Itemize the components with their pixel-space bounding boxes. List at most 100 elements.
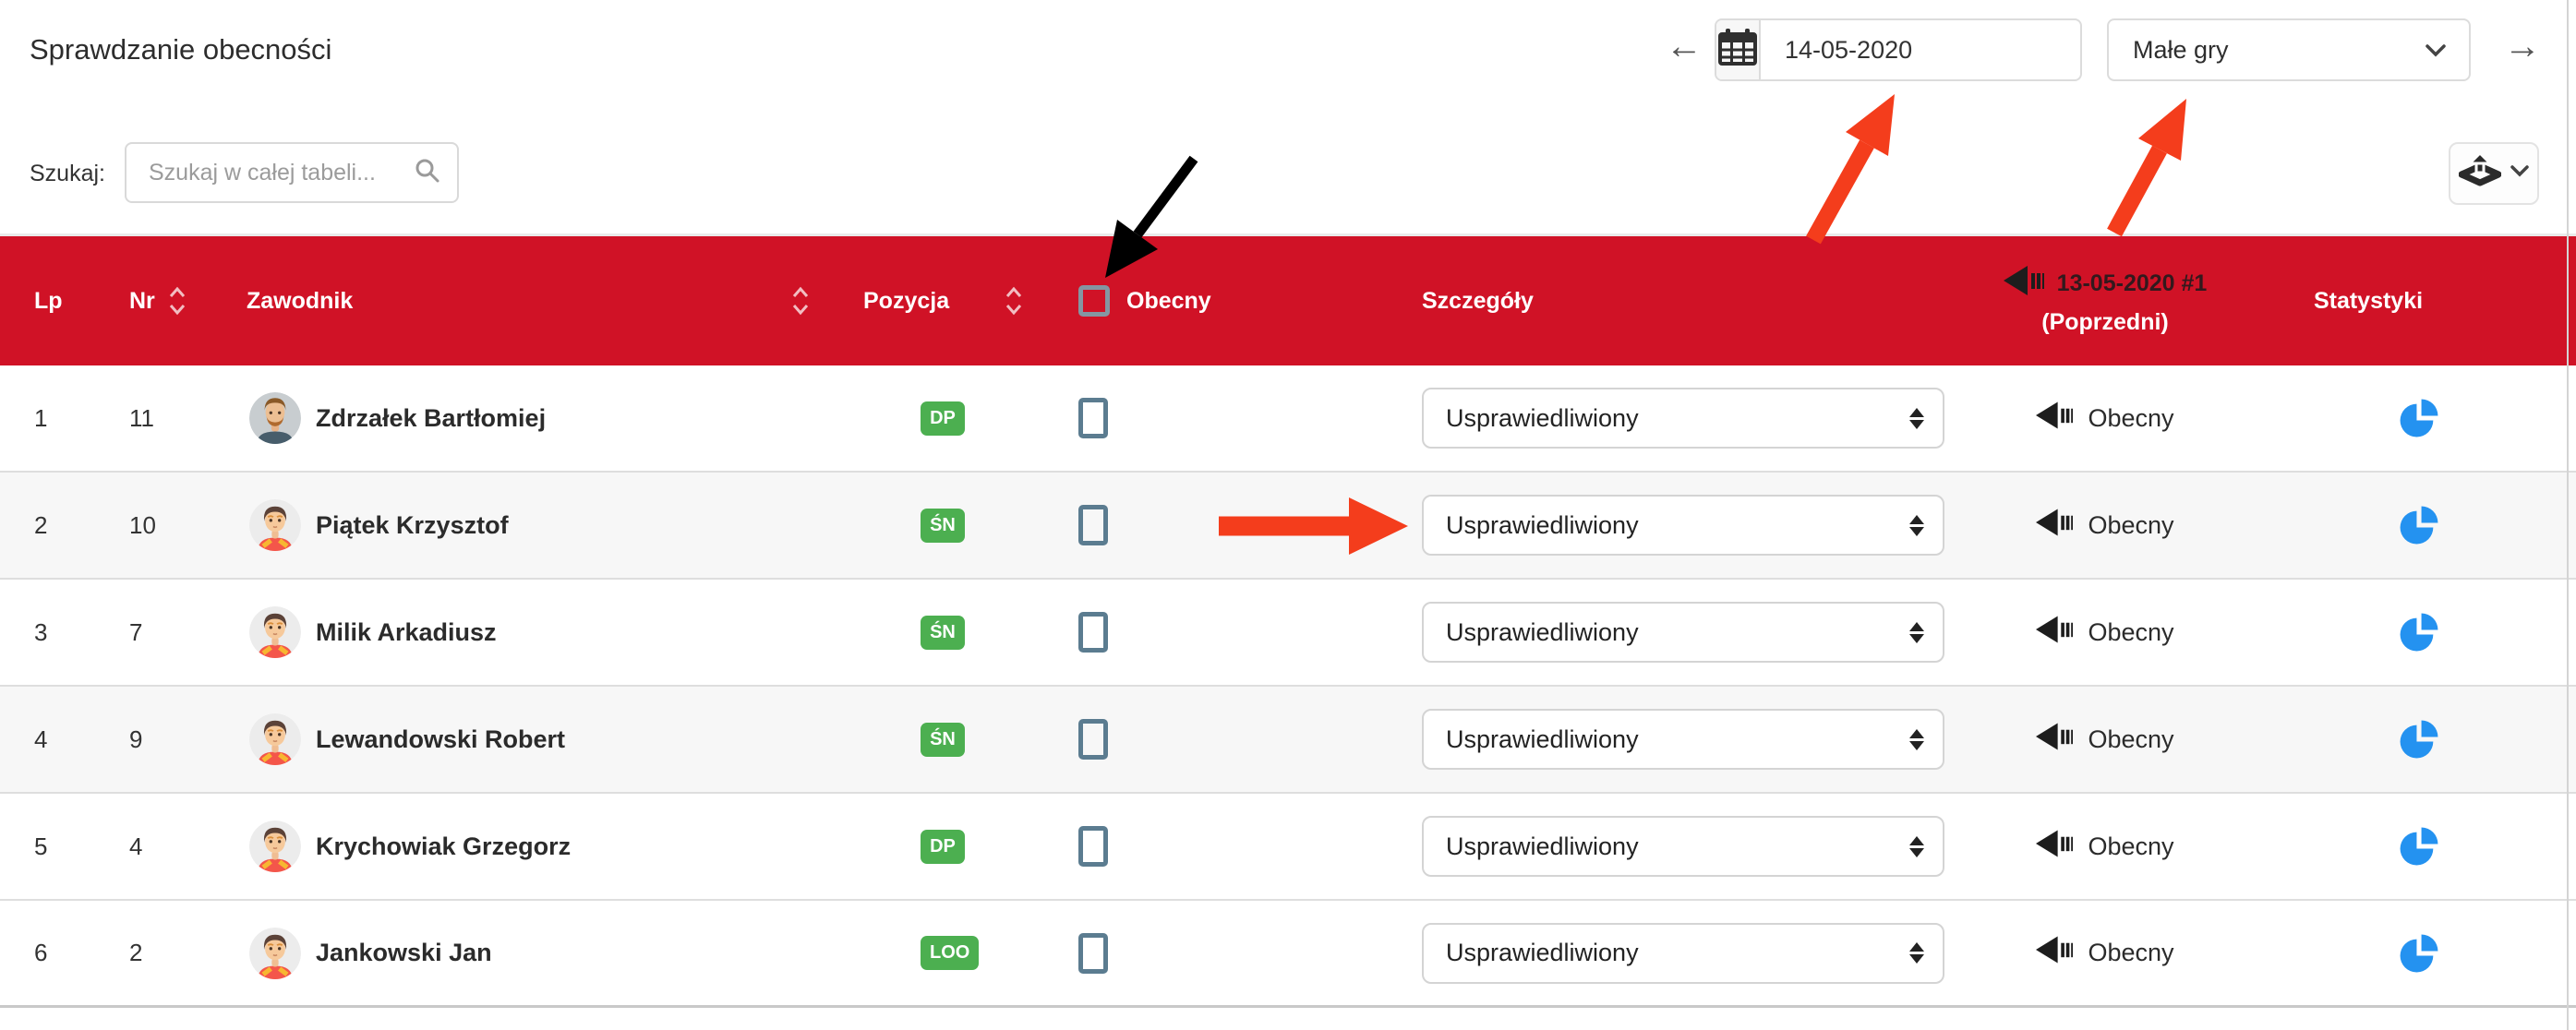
table-row: 4 9 Lewandowski Rober — [0, 687, 2576, 794]
table-header-row: Lp Nr Zawodnik Pozycja — [0, 236, 2576, 365]
pie-chart-icon[interactable] — [2398, 825, 2440, 868]
details-select[interactable]: Usprawiedliwiony — [1422, 602, 1944, 663]
col-header-player-label: Zawodnik — [247, 288, 353, 315]
search-box — [125, 142, 459, 203]
select-spinner-icon — [1909, 836, 1924, 857]
calendar-icon — [1716, 27, 1759, 74]
pie-chart-icon[interactable] — [2398, 611, 2440, 653]
search-input[interactable] — [147, 159, 415, 187]
position-badge: ŚN — [921, 616, 965, 650]
details-select-value: Usprawiedliwiony — [1446, 618, 1639, 647]
present-checkbox[interactable] — [1078, 398, 1108, 438]
row-lp: 6 — [0, 939, 129, 967]
next-day-button[interactable]: → — [2504, 28, 2541, 65]
player-name[interactable]: Krychowiak Grzegorz — [316, 832, 571, 861]
col-header-player[interactable]: Zawodnik — [247, 285, 863, 317]
activity-select-value: Małe gry — [2133, 36, 2229, 65]
previous-status-cell: Obecny — [1976, 723, 2234, 757]
details-select-value: Usprawiedliwiony — [1446, 511, 1639, 540]
avatar — [249, 928, 301, 979]
stats-cell — [2248, 504, 2576, 546]
col-header-stats: Statystyki — [2197, 288, 2539, 315]
avatar — [249, 820, 301, 872]
date-picker[interactable] — [1715, 18, 2082, 81]
present-checkbox[interactable] — [1078, 612, 1108, 653]
attendance-table: Lp Nr Zawodnik Pozycja — [0, 236, 2576, 1008]
pie-chart-icon[interactable] — [2398, 932, 2440, 975]
calendar-button[interactable] — [1716, 20, 1761, 79]
avatar — [249, 392, 301, 444]
sort-arrows-icon[interactable] — [1005, 285, 1023, 317]
table-row: 6 2 Jankowski Jan — [0, 901, 2576, 1008]
details-select[interactable]: Usprawiedliwiony — [1422, 816, 1944, 877]
select-spinner-icon — [1909, 942, 1924, 964]
previous-status-cell: Obecny — [1976, 509, 2234, 543]
row-nr: 9 — [129, 725, 247, 754]
avatar — [249, 499, 301, 551]
pie-chart-icon[interactable] — [2398, 718, 2440, 761]
col-header-nr[interactable]: Nr — [129, 285, 247, 317]
details-select[interactable]: Usprawiedliwiony — [1422, 495, 1944, 556]
col-header-previous: 13-05-2020 #1 (Poprzedni) — [1976, 266, 2234, 336]
player-name[interactable]: Milik Arkadiusz — [316, 618, 497, 647]
details-select[interactable]: Usprawiedliwiony — [1422, 709, 1944, 770]
annotation-arrow-red-select — [2114, 99, 2186, 233]
col-header-position-label: Pozycja — [863, 288, 949, 315]
date-input[interactable] — [1761, 20, 2082, 79]
page-title: Sprawdzanie obecności — [30, 33, 331, 66]
avatar — [249, 606, 301, 658]
col-header-lp[interactable]: Lp — [0, 288, 129, 315]
sort-arrows-icon[interactable] — [168, 285, 187, 317]
present-checkbox[interactable] — [1078, 719, 1108, 760]
col-header-position[interactable]: Pozycja — [863, 285, 1078, 317]
stats-cell — [2248, 825, 2576, 868]
row-lp: 4 — [0, 725, 129, 754]
rewind-left-icon — [2036, 509, 2073, 543]
row-nr: 7 — [129, 618, 247, 647]
position-cell: DP — [863, 401, 1078, 436]
position-cell: LOO — [863, 936, 1078, 970]
position-cell: ŚN — [863, 616, 1078, 650]
previous-status-cell: Obecny — [1976, 936, 2234, 970]
position-cell: ŚN — [863, 723, 1078, 757]
details-cell: Usprawiedliwiony — [1422, 602, 1976, 663]
previous-status: Obecny — [2088, 618, 2173, 647]
activity-select[interactable]: Małe gry — [2107, 18, 2471, 81]
scrollbar-track[interactable] — [2567, 0, 2569, 1030]
player-name[interactable]: Piątek Krzysztof — [316, 511, 509, 540]
player-name[interactable]: Jankowski Jan — [316, 939, 492, 967]
present-checkbox[interactable] — [1078, 505, 1108, 545]
details-cell: Usprawiedliwiony — [1422, 709, 1976, 770]
previous-session-sublabel: (Poprzedni) — [2041, 309, 2169, 336]
present-checkbox[interactable] — [1078, 826, 1108, 867]
select-spinner-icon — [1909, 515, 1924, 536]
table-row: 5 4 Krychowiak Grzego — [0, 794, 2576, 901]
present-cell — [1078, 612, 1422, 653]
player-name[interactable]: Zdrzałek Bartłomiej — [316, 404, 546, 433]
details-select[interactable]: Usprawiedliwiony — [1422, 388, 1944, 449]
select-spinner-icon — [1909, 408, 1924, 429]
present-checkbox[interactable] — [1078, 933, 1108, 974]
details-cell: Usprawiedliwiony — [1422, 388, 1976, 449]
pie-chart-icon[interactable] — [2398, 397, 2440, 439]
select-all-present-checkbox[interactable] — [1078, 285, 1110, 317]
details-select[interactable]: Usprawiedliwiony — [1422, 923, 1944, 984]
position-badge: DP — [921, 401, 965, 436]
pie-chart-icon[interactable] — [2398, 504, 2440, 546]
sort-arrows-icon[interactable] — [791, 285, 810, 317]
export-chevron-down-icon — [2510, 165, 2529, 183]
export-button[interactable] — [2449, 142, 2539, 205]
col-header-details: Szczegóły — [1422, 288, 1976, 315]
player-name[interactable]: Lewandowski Robert — [316, 725, 565, 754]
present-cell — [1078, 505, 1422, 545]
stats-cell — [2248, 932, 2576, 975]
previous-session-link[interactable]: 13-05-2020 #1 — [2057, 270, 2208, 297]
previous-day-button[interactable]: ← — [1666, 28, 1703, 65]
details-select-value: Usprawiedliwiony — [1446, 725, 1639, 754]
search-icon — [415, 158, 440, 188]
rewind-left-icon — [2036, 401, 2073, 436]
player-cell: Zdrzałek Bartłomiej — [247, 392, 863, 444]
position-badge: ŚN — [921, 509, 965, 543]
previous-status-cell: Obecny — [1976, 401, 2234, 436]
previous-status: Obecny — [2088, 939, 2173, 967]
